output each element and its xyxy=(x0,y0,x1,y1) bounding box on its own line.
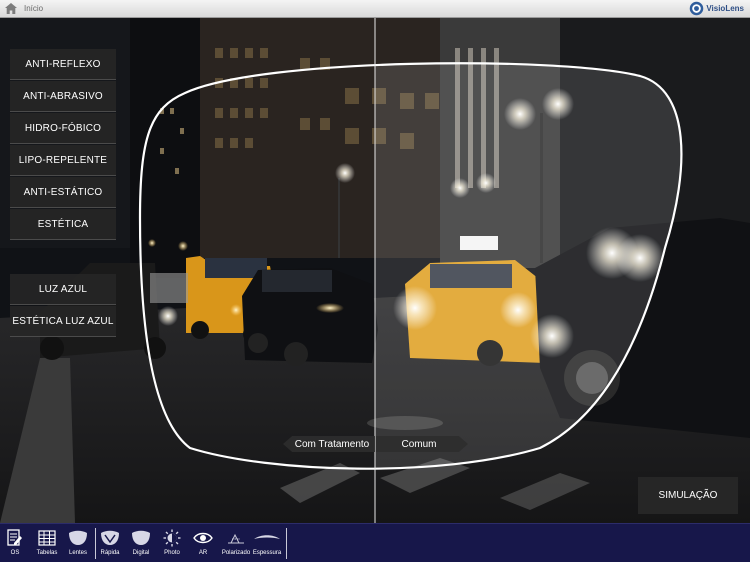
home-link[interactable]: Início xyxy=(24,4,43,13)
brand-logo-icon xyxy=(690,1,704,16)
eye-icon xyxy=(193,529,213,547)
toolbar-separator xyxy=(286,528,287,559)
toolbar-item-tabelas[interactable]: Tabelas xyxy=(33,524,61,562)
toolbar-label: OS xyxy=(10,550,20,556)
menu-item-estetica[interactable]: ESTÉTICA xyxy=(10,209,116,240)
top-bar: Início VisioLens xyxy=(0,0,750,18)
polarized-icon xyxy=(226,529,246,547)
toolbar-item-digital[interactable]: Digital xyxy=(129,524,153,562)
toolbar-label: Lentes xyxy=(68,550,87,556)
document-pen-icon xyxy=(7,529,23,547)
toolbar-item-rapida[interactable]: Rápida xyxy=(98,524,122,562)
toolbar-label: Rápida xyxy=(100,550,120,556)
brand: VisioLens xyxy=(689,1,744,16)
menu-item-anti-estatico[interactable]: ANTI-ESTÁTICO xyxy=(10,177,116,208)
toolbar-item-ar[interactable]: AR xyxy=(191,524,215,562)
quick-icon xyxy=(100,529,120,547)
common-label: Comum xyxy=(376,436,468,452)
toolbar-label: Digital xyxy=(132,550,150,556)
toolbar-label: AR xyxy=(198,550,208,556)
toolbar-label: Photo xyxy=(164,550,180,556)
menu-item-anti-abrasivo[interactable]: ANTI-ABRASIVO xyxy=(10,81,116,112)
toolbar-label: Espessura xyxy=(252,550,282,556)
simulation-scene: ANTI-REFLEXO ANTI-ABRASIVO HIDRO-FÓBICO … xyxy=(0,18,750,523)
menu-item-anti-reflexo[interactable]: ANTI-REFLEXO xyxy=(10,49,116,80)
thickness-icon xyxy=(253,529,281,547)
menu-item-lipo-repelente[interactable]: LIPO-REPELENTE xyxy=(10,145,116,176)
simulate-button[interactable]: SIMULAÇÃO xyxy=(638,477,738,514)
menu-item-estetica-luz-azul[interactable]: ESTÉTICA LUZ AZUL xyxy=(10,306,116,337)
toolbar-item-os[interactable]: OS xyxy=(3,524,27,562)
toolbar-item-lentes[interactable]: Lentes xyxy=(66,524,90,562)
brand-name: VisioLens xyxy=(706,4,744,13)
photochromic-icon xyxy=(163,529,181,547)
bottom-toolbar: OS Tabelas Lentes Rápida Digital Photo A… xyxy=(0,523,750,562)
lens-icon xyxy=(68,529,88,547)
digital-lens-icon xyxy=(131,529,151,547)
menu-item-hidro-fobico[interactable]: HIDRO-FÓBICO xyxy=(10,113,116,144)
home-icon[interactable] xyxy=(5,2,21,16)
toolbar-label: Polarizado xyxy=(221,550,251,556)
menu-item-luz-azul[interactable]: LUZ AZUL xyxy=(10,274,116,305)
toolbar-item-espessura[interactable]: Espessura xyxy=(252,524,282,562)
toolbar-item-photo[interactable]: Photo xyxy=(160,524,184,562)
with-treatment-label: Com Tratamento xyxy=(283,436,375,452)
table-icon xyxy=(38,529,56,547)
toolbar-separator xyxy=(95,528,96,559)
toolbar-item-polarizado[interactable]: Polarizado xyxy=(220,524,252,562)
toolbar-label: Tabelas xyxy=(36,550,58,556)
